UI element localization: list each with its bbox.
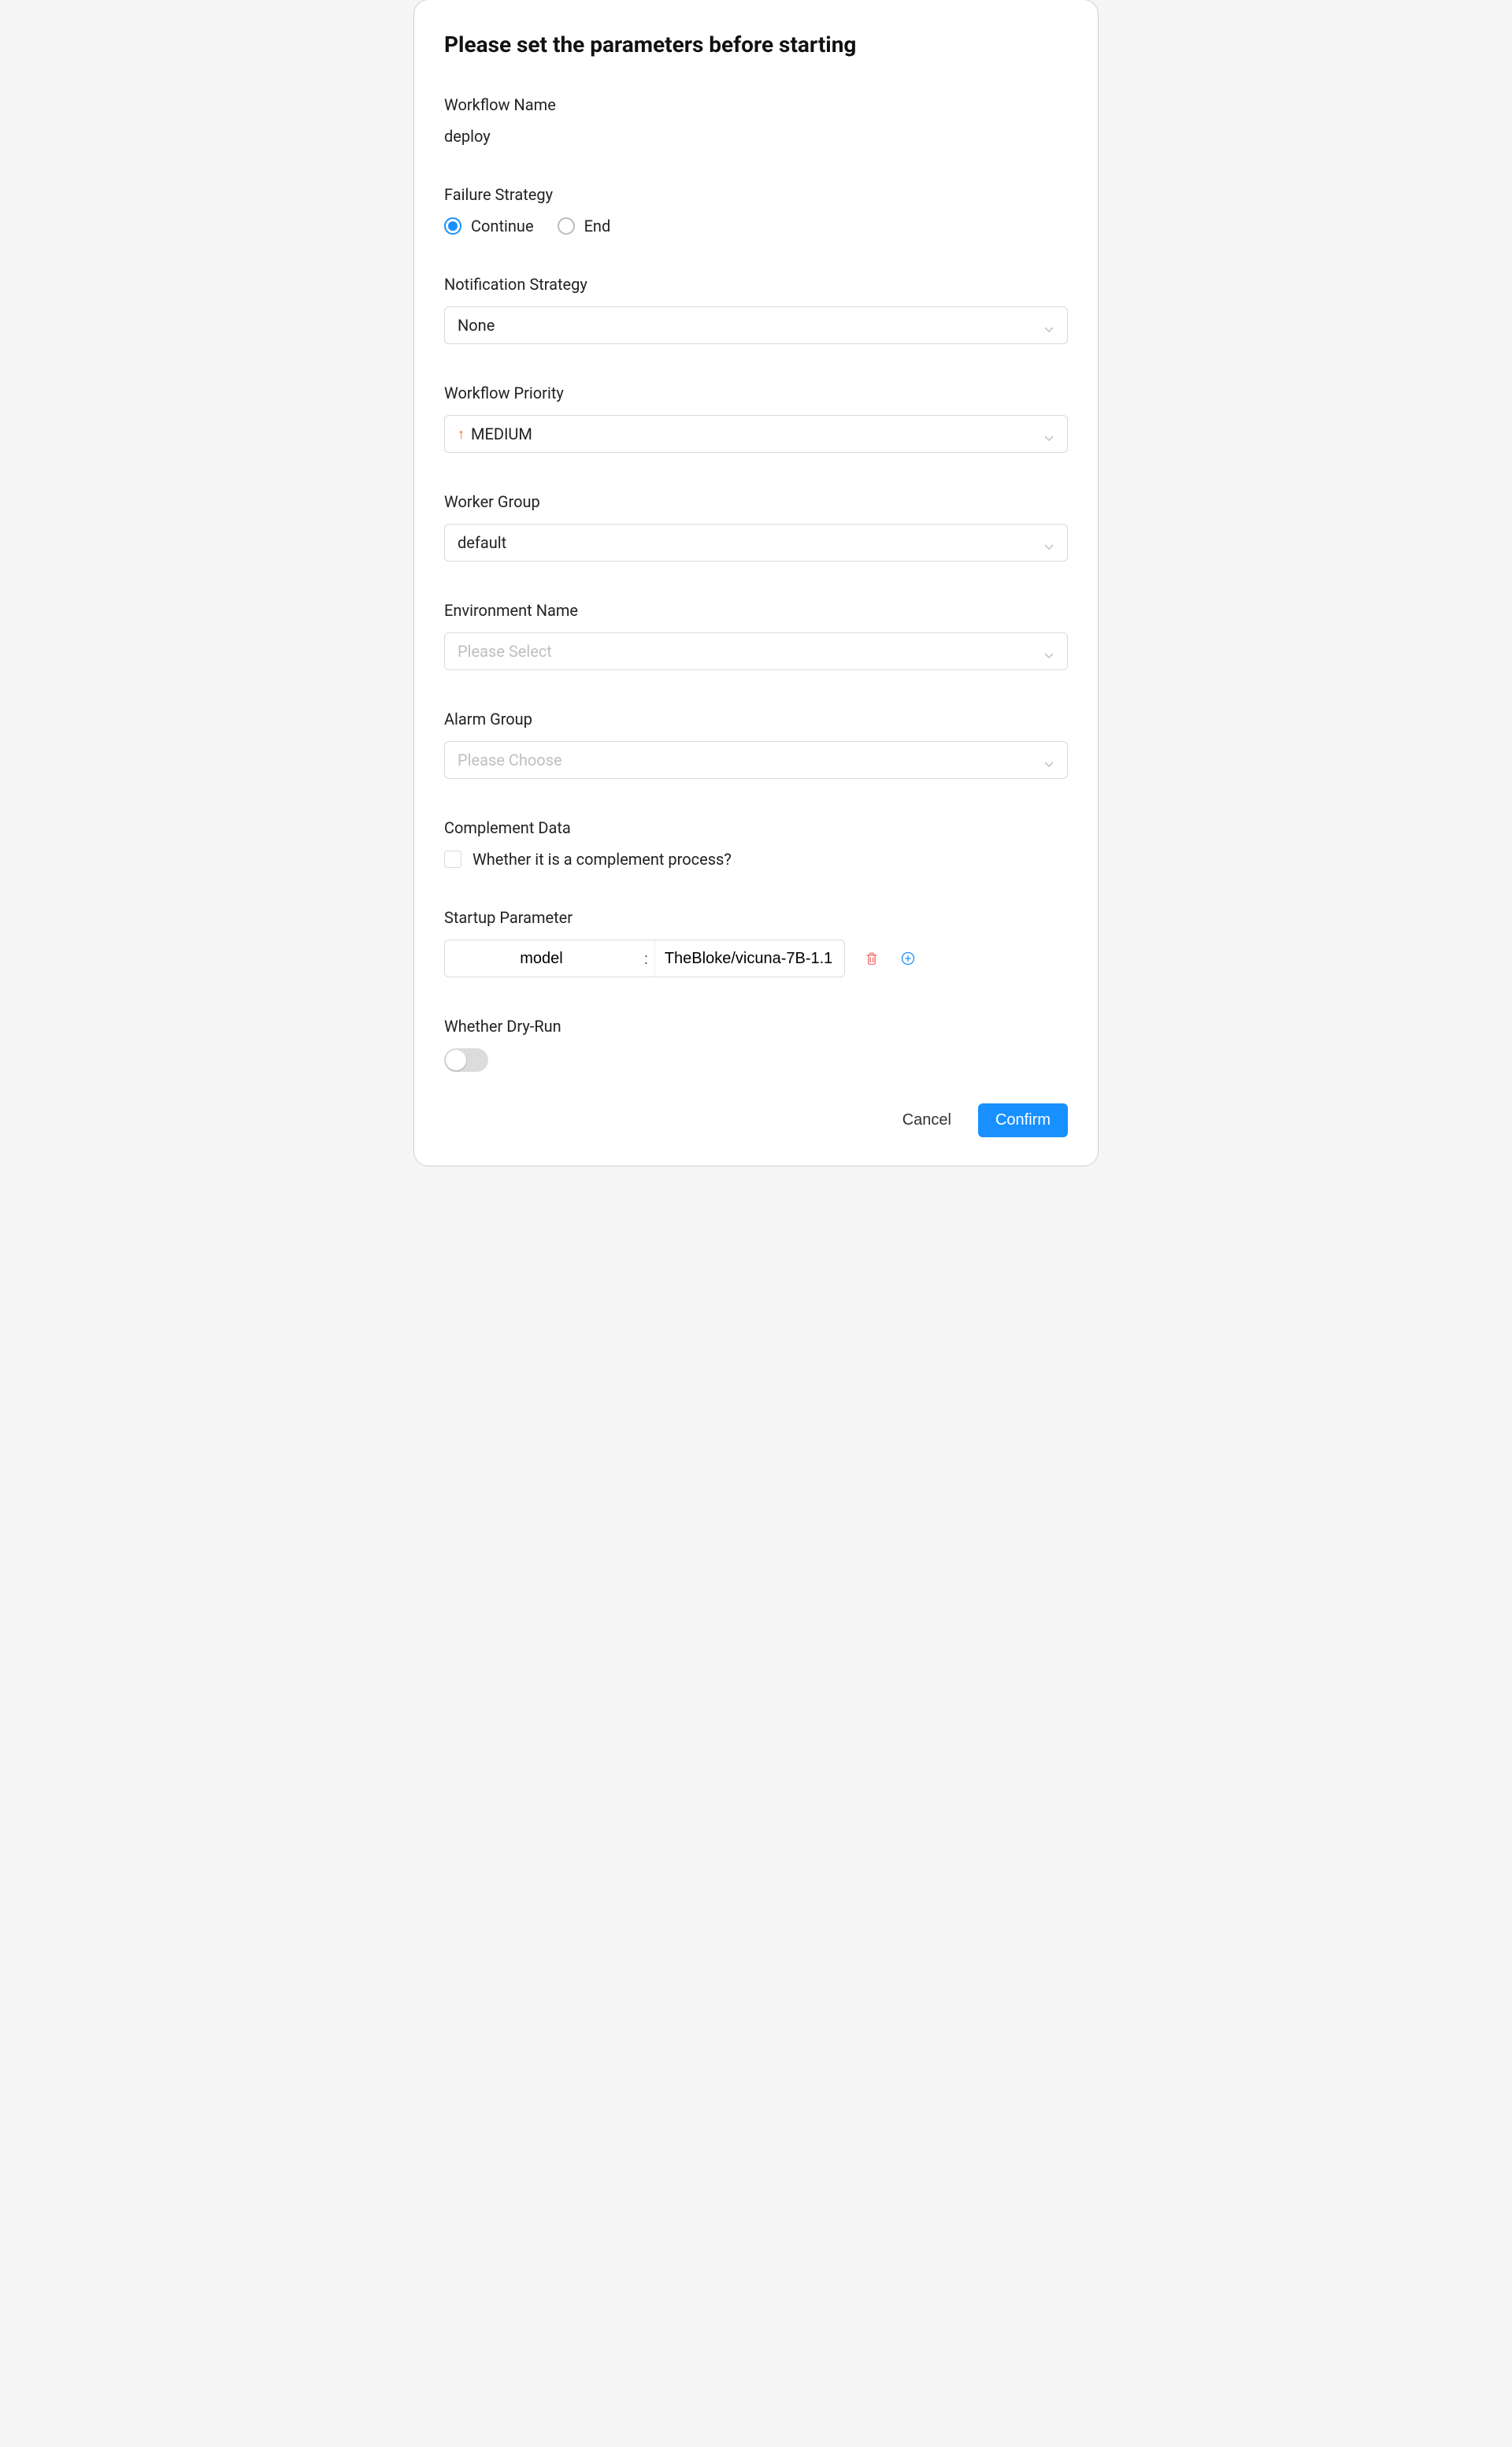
- dry-run-field: Whether Dry-Run: [444, 1017, 1068, 1072]
- select-value: default: [458, 533, 506, 552]
- complement-process-checkbox-label: Whether it is a complement process?: [472, 850, 732, 869]
- radio-label: End: [584, 217, 611, 235]
- chevron-down-icon: [1043, 428, 1054, 439]
- workflow-name-field: Workflow Name deploy: [444, 95, 1068, 146]
- workflow-name-label: Workflow Name: [444, 95, 1068, 114]
- workflow-priority-label: Workflow Priority: [444, 384, 1068, 402]
- confirm-button[interactable]: Confirm: [978, 1103, 1068, 1137]
- failure-strategy-label: Failure Strategy: [444, 185, 1068, 204]
- complement-data-field: Complement Data Whether it is a compleme…: [444, 818, 1068, 869]
- start-parameters-modal: Please set the parameters before startin…: [414, 0, 1098, 1166]
- worker-group-field: Worker Group default: [444, 492, 1068, 562]
- chevron-down-icon: [1043, 320, 1054, 331]
- alarm-group-label: Alarm Group: [444, 710, 1068, 729]
- workflow-priority-field: Workflow Priority ↑ MEDIUM: [444, 384, 1068, 453]
- trash-icon: [864, 951, 880, 966]
- startup-param-pair: :: [444, 940, 845, 977]
- workflow-name-value: deploy: [444, 127, 1068, 146]
- worker-group-label: Worker Group: [444, 492, 1068, 511]
- add-param-button[interactable]: [899, 949, 917, 968]
- environment-name-field: Environment Name Please Select: [444, 601, 1068, 670]
- alarm-group-select[interactable]: Please Choose: [444, 741, 1068, 779]
- startup-parameter-label: Startup Parameter: [444, 908, 1068, 927]
- environment-name-select[interactable]: Please Select: [444, 632, 1068, 670]
- select-placeholder: Please Choose: [458, 751, 562, 769]
- complement-process-checkbox[interactable]: [444, 851, 461, 868]
- param-separator: :: [638, 940, 655, 977]
- startup-parameter-field: Startup Parameter :: [444, 908, 1068, 977]
- arrow-up-icon: ↑: [458, 426, 465, 443]
- startup-param-value-input[interactable]: [655, 940, 844, 977]
- dry-run-toggle[interactable]: [444, 1048, 488, 1072]
- failure-strategy-field: Failure Strategy Continue End: [444, 185, 1068, 235]
- dry-run-label: Whether Dry-Run: [444, 1017, 1068, 1036]
- radio-label: Continue: [471, 217, 534, 235]
- worker-group-select[interactable]: default: [444, 524, 1068, 562]
- plus-circle-icon: [900, 951, 916, 966]
- select-value: None: [458, 316, 495, 335]
- radio-icon: [558, 217, 575, 235]
- radio-icon: [444, 217, 461, 235]
- notification-strategy-select[interactable]: None: [444, 306, 1068, 344]
- select-placeholder: Please Select: [458, 642, 552, 661]
- notification-strategy-label: Notification Strategy: [444, 275, 1068, 294]
- startup-param-key-input[interactable]: [445, 940, 638, 977]
- cancel-button[interactable]: Cancel: [899, 1105, 954, 1136]
- chevron-down-icon: [1043, 646, 1054, 657]
- environment-name-label: Environment Name: [444, 601, 1068, 620]
- workflow-priority-select[interactable]: ↑ MEDIUM: [444, 415, 1068, 453]
- chevron-down-icon: [1043, 754, 1054, 766]
- modal-title: Please set the parameters before startin…: [444, 32, 1068, 57]
- failure-strategy-continue-radio[interactable]: Continue: [444, 217, 534, 235]
- complement-data-label: Complement Data: [444, 818, 1068, 837]
- modal-footer: Cancel Confirm: [444, 1103, 1068, 1137]
- notification-strategy-field: Notification Strategy None: [444, 275, 1068, 344]
- select-value: MEDIUM: [471, 425, 532, 443]
- alarm-group-field: Alarm Group Please Choose: [444, 710, 1068, 779]
- chevron-down-icon: [1043, 537, 1054, 548]
- delete-param-button[interactable]: [862, 949, 881, 968]
- failure-strategy-end-radio[interactable]: End: [558, 217, 611, 235]
